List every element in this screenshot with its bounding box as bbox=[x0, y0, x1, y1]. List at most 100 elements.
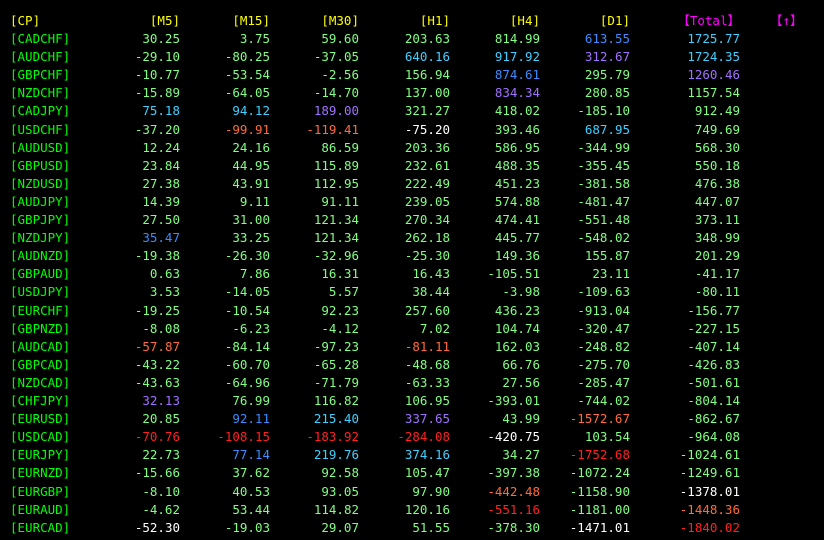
value-h1: -48.68 bbox=[404, 356, 450, 372]
value-h1: 232.61 bbox=[404, 157, 450, 173]
pair-label[interactable]: [NZDJPY] bbox=[10, 229, 72, 247]
value-h1: 38.44 bbox=[412, 284, 450, 300]
value-m5: 75.18 bbox=[142, 103, 180, 119]
pair-label[interactable]: [CADCHF] bbox=[10, 30, 72, 48]
value-m30: -2.56 bbox=[321, 67, 359, 83]
value-h1: 97.90 bbox=[412, 483, 450, 499]
table-row: [EURGBP] -8.10 40.53 93.05 97.90 -442.48 -1158… bbox=[0, 483, 824, 501]
pair-label[interactable]: [AUDUSD] bbox=[10, 139, 72, 157]
table-row: [EURCAD] -52.30 -19.03 29.07 51.55 -378.30 -14… bbox=[0, 519, 824, 537]
header-d1: [D1] bbox=[599, 13, 630, 28]
value-h4: -3.98 bbox=[502, 284, 540, 300]
value-total: 912.49 bbox=[694, 103, 740, 119]
value-m5: -8.08 bbox=[142, 320, 180, 336]
value-total: 550.18 bbox=[694, 157, 740, 173]
value-m15: -60.70 bbox=[224, 356, 270, 372]
value-m5: 22.73 bbox=[142, 447, 180, 463]
value-d1: -248.82 bbox=[577, 338, 630, 354]
value-m5: -19.25 bbox=[134, 302, 180, 318]
value-h4: 451.23 bbox=[494, 175, 540, 191]
value-total: -227.15 bbox=[687, 320, 740, 336]
pair-label[interactable]: [EURCHF] bbox=[10, 302, 72, 320]
value-d1: -1158.90 bbox=[569, 483, 630, 499]
value-m30: 92.58 bbox=[321, 465, 359, 481]
table-row: [EURJPY] 22.73 77.14 219.76 374.16 34.27 -1752… bbox=[0, 446, 824, 464]
pair-label[interactable]: [GBPUSD] bbox=[10, 157, 72, 175]
pair-label[interactable]: [NZDCHF] bbox=[10, 84, 72, 102]
pair-label[interactable]: [USDCHF] bbox=[10, 121, 72, 139]
value-h1: 374.16 bbox=[404, 447, 450, 463]
pair-label[interactable]: [GBPCHF] bbox=[10, 66, 72, 84]
header-total: 【Total】 bbox=[677, 13, 740, 28]
value-d1: -185.10 bbox=[577, 103, 630, 119]
pair-label[interactable]: [CADJPY] bbox=[10, 102, 72, 120]
value-h1: 640.16 bbox=[404, 49, 450, 65]
value-h1: 105.47 bbox=[404, 465, 450, 481]
value-total: -862.67 bbox=[687, 411, 740, 427]
pair-label[interactable]: [AUDCAD] bbox=[10, 338, 72, 356]
value-d1: -1471.01 bbox=[569, 519, 630, 535]
pair-label[interactable]: [USDJPY] bbox=[10, 283, 72, 301]
value-m15: -14.05 bbox=[224, 284, 270, 300]
table-row: [GBPNZD] -8.08 -6.23 -4.12 7.02 104.74 -320.47… bbox=[0, 320, 824, 338]
pair-label[interactable]: [EURAUD] bbox=[10, 501, 72, 519]
value-total: 1724.35 bbox=[687, 49, 740, 65]
table-row: [NZDCHF] -15.89 -64.05 -14.70 137.00 834.34 28… bbox=[0, 84, 824, 102]
value-d1: -320.47 bbox=[577, 320, 630, 336]
table-row: [NZDCAD] -43.63 -64.96 -71.79 -63.33 27.56 -28… bbox=[0, 374, 824, 392]
value-m5: -57.87 bbox=[134, 338, 180, 354]
pair-label[interactable]: [AUDJPY] bbox=[10, 193, 72, 211]
pair-label[interactable]: [GBPJPY] bbox=[10, 211, 72, 229]
pair-label[interactable]: [GBPCAD] bbox=[10, 356, 72, 374]
value-h1: 156.94 bbox=[404, 67, 450, 83]
table-row: [AUDNZD] -19.38 -26.30 -32.96 -25.30 149.36 15… bbox=[0, 247, 824, 265]
table-row: [AUDCHF] -29.10 -80.25 -37.05 640.16 917.92 31… bbox=[0, 48, 824, 66]
pair-label[interactable]: [AUDCHF] bbox=[10, 48, 72, 66]
pair-label[interactable]: [EURCAD] bbox=[10, 519, 72, 537]
value-m15: 33.25 bbox=[232, 230, 270, 246]
pair-label[interactable]: [USDCAD] bbox=[10, 428, 72, 446]
value-m30: 29.07 bbox=[321, 519, 359, 535]
table-row: [AUDUSD] 12.24 24.16 86.59 203.36 586.95 -344.… bbox=[0, 139, 824, 157]
value-h4: 814.99 bbox=[494, 31, 540, 46]
header-h4: [H4] bbox=[509, 13, 540, 28]
sort-up-button[interactable]: 【↑】 bbox=[770, 12, 810, 30]
value-total: -156.77 bbox=[687, 302, 740, 318]
value-d1: -285.47 bbox=[577, 374, 630, 390]
value-h4: 834.34 bbox=[494, 85, 540, 101]
pair-label[interactable]: [EURUSD] bbox=[10, 410, 72, 428]
value-total: -80.11 bbox=[694, 284, 740, 300]
pair-label[interactable]: [CHFJPY] bbox=[10, 392, 72, 410]
pair-label[interactable]: [NZDUSD] bbox=[10, 175, 72, 193]
pair-label[interactable]: [AUDNZD] bbox=[10, 247, 72, 265]
value-m5: -52.30 bbox=[134, 519, 180, 535]
table-row: [USDCAD] -70.76 -108.15 -183.92 -284.08 -420.… bbox=[0, 428, 824, 446]
value-m15: 40.53 bbox=[232, 483, 270, 499]
value-m5: 35.47 bbox=[142, 230, 180, 246]
value-d1: 613.55 bbox=[584, 31, 630, 46]
pair-label[interactable]: [NZDCAD] bbox=[10, 374, 72, 392]
pair-label[interactable]: [GBPAUD] bbox=[10, 265, 72, 283]
value-h4: 574.88 bbox=[494, 193, 540, 209]
value-d1: -355.45 bbox=[577, 157, 630, 173]
value-m5: -19.38 bbox=[134, 248, 180, 264]
value-m5: -70.76 bbox=[134, 429, 180, 445]
value-h4: -378.30 bbox=[487, 519, 540, 535]
value-d1: -548.02 bbox=[577, 230, 630, 246]
table-row: [GBPJPY] 27.50 31.00 121.34 270.34 474.41 -551… bbox=[0, 211, 824, 229]
pair-label[interactable]: [EURJPY] bbox=[10, 446, 72, 464]
pair-label[interactable]: [EURNZD] bbox=[10, 464, 72, 482]
value-h4: 586.95 bbox=[494, 139, 540, 155]
value-h4: -397.38 bbox=[487, 465, 540, 481]
table-row: [GBPAUD] 0.63 7.86 16.31 16.43 -105.51 23.11 -4… bbox=[0, 265, 824, 283]
value-h1: 239.05 bbox=[404, 193, 450, 209]
value-total: 476.38 bbox=[694, 175, 740, 191]
pair-label[interactable]: [EURGBP] bbox=[10, 483, 72, 501]
value-h4: 418.02 bbox=[494, 103, 540, 119]
value-total: -964.08 bbox=[687, 429, 740, 445]
value-m15: 43.91 bbox=[232, 175, 270, 191]
value-total: 749.69 bbox=[694, 121, 740, 137]
value-h4: -393.01 bbox=[487, 393, 540, 408]
pair-label[interactable]: [GBPNZD] bbox=[10, 320, 72, 338]
value-d1: -1072.24 bbox=[569, 465, 630, 481]
